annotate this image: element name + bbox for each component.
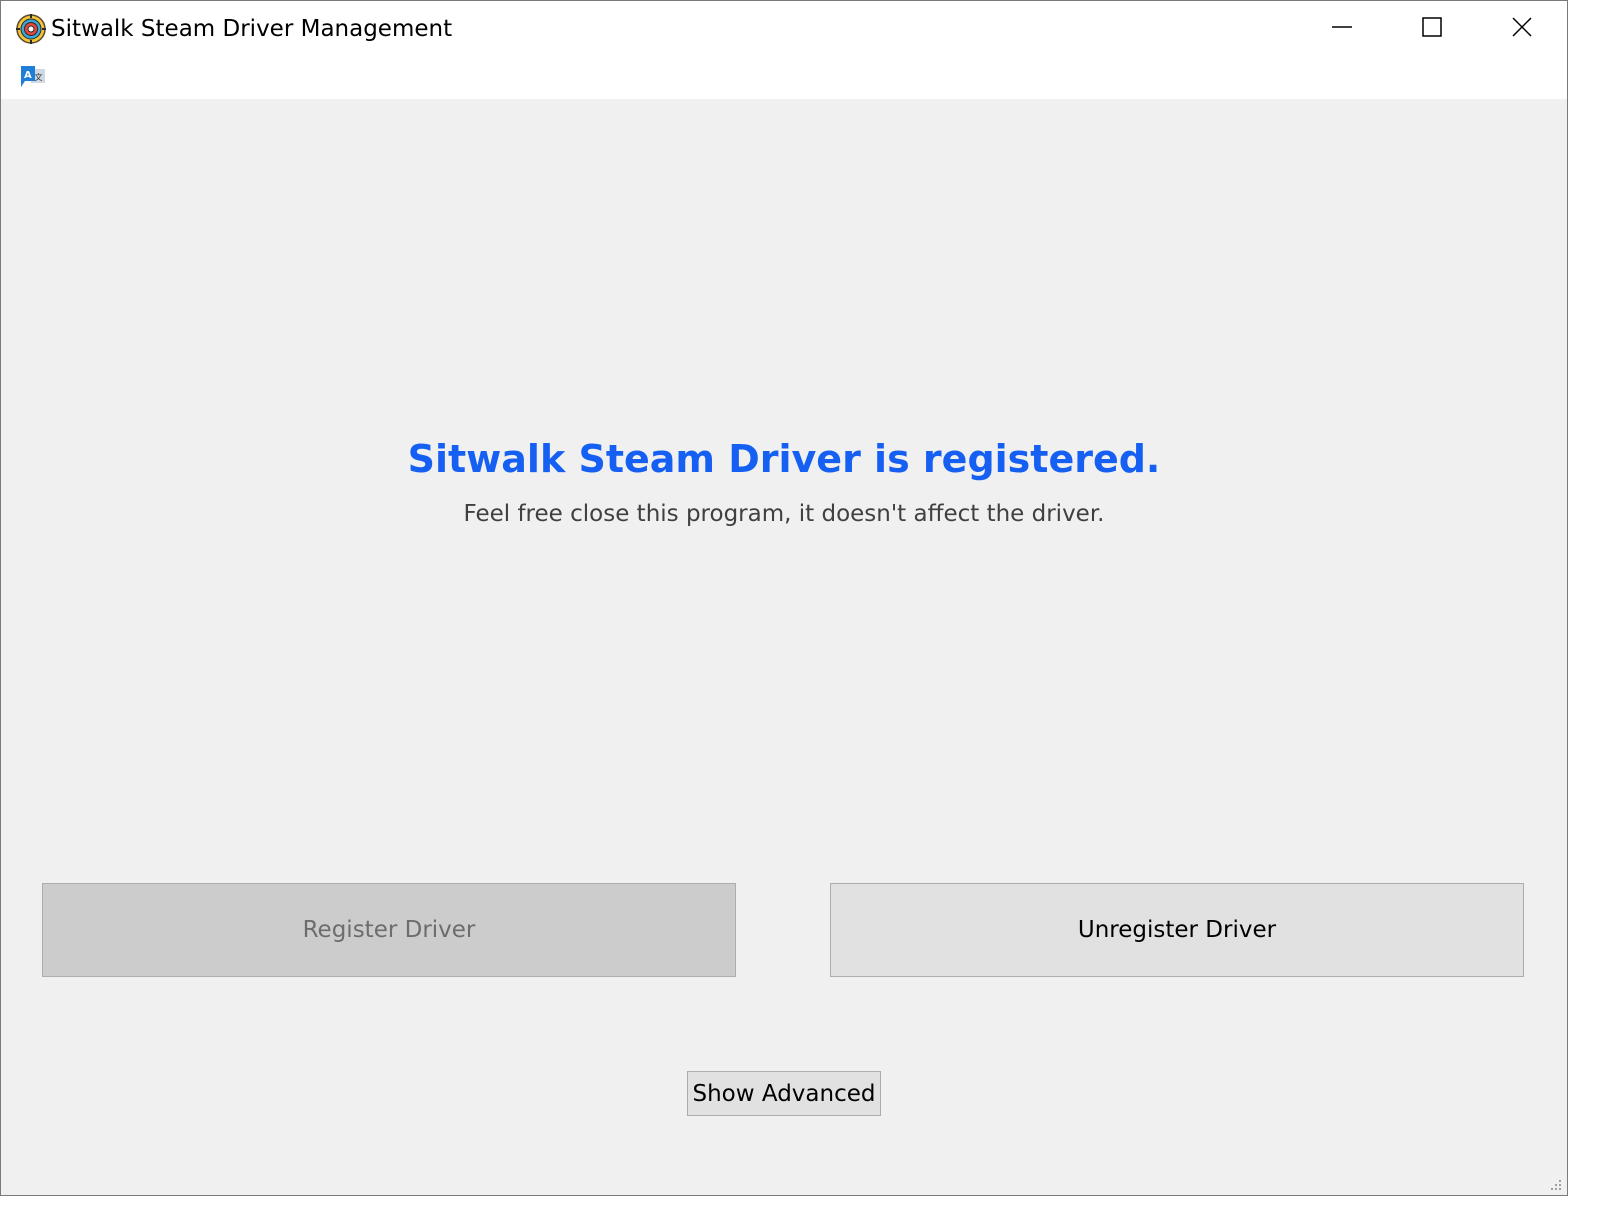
maximize-button[interactable] (1387, 1, 1477, 57)
resize-grip-icon[interactable] (1549, 1177, 1563, 1191)
app-window: Sitwalk Steam Driver Management A 文 Sitw… (0, 0, 1568, 1196)
toolbar: A 文 (1, 57, 1567, 99)
minimize-button[interactable] (1297, 1, 1387, 57)
show-advanced-button[interactable]: Show Advanced (687, 1071, 881, 1116)
close-icon (1512, 17, 1532, 41)
status-heading: Sitwalk Steam Driver is registered. (407, 437, 1161, 481)
svg-text:文: 文 (35, 72, 43, 82)
close-button[interactable] (1477, 1, 1567, 57)
maximize-icon (1422, 17, 1442, 41)
translate-icon: A 文 (19, 66, 49, 97)
unregister-driver-button[interactable]: Unregister Driver (830, 883, 1524, 977)
app-gear-icon (15, 13, 47, 45)
main-content: Sitwalk Steam Driver is registered. Feel… (1, 99, 1567, 1195)
minimize-icon (1332, 17, 1352, 41)
svg-text:A: A (24, 70, 32, 81)
register-driver-button[interactable]: Register Driver (42, 883, 736, 977)
window-title: Sitwalk Steam Driver Management (51, 16, 453, 42)
status-message: Feel free close this program, it doesn't… (463, 501, 1105, 527)
language-button[interactable]: A 文 (19, 63, 49, 93)
title-bar[interactable]: Sitwalk Steam Driver Management (1, 1, 1567, 57)
